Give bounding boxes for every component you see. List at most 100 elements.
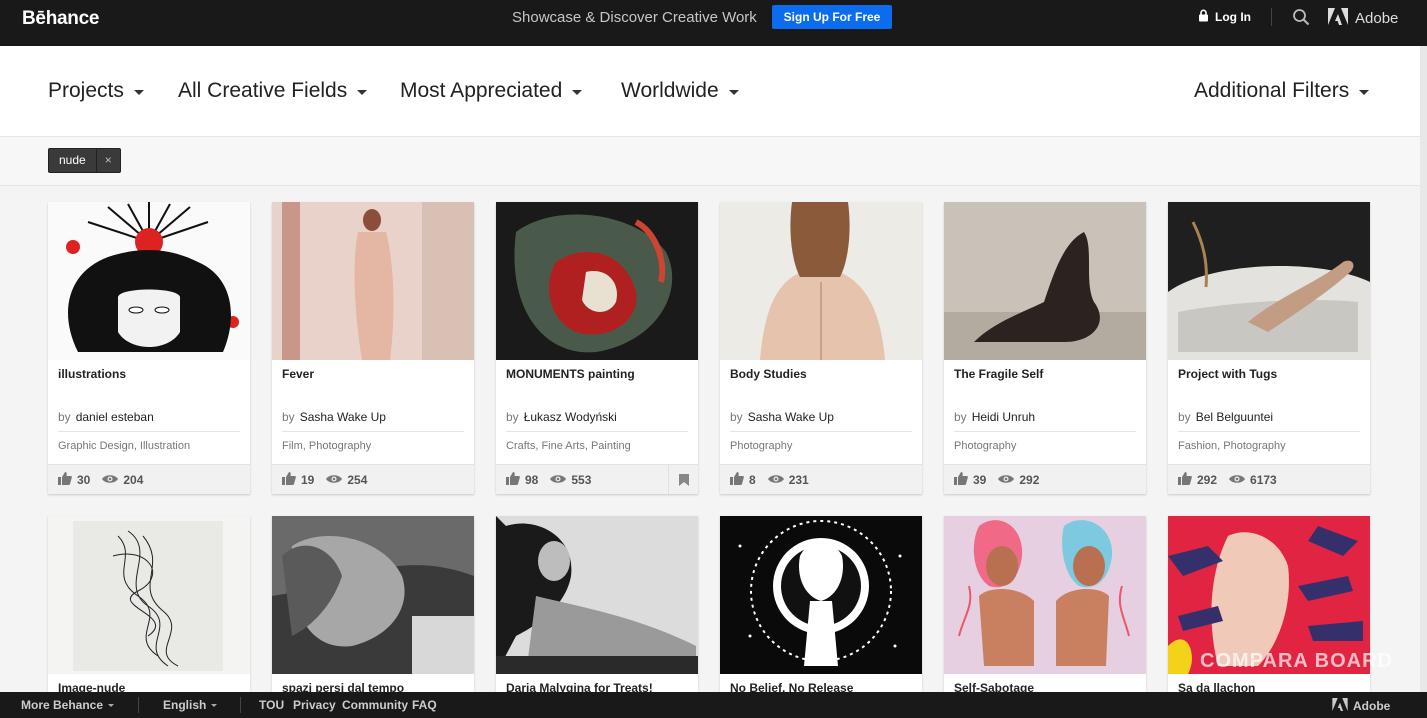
page-scrollbar[interactable] <box>1420 46 1427 692</box>
owner-name[interactable]: Sasha Wake Up <box>300 410 386 424</box>
project-fields[interactable]: Graphic Design, Illustration <box>58 440 190 452</box>
project-card[interactable]: Self-Sabotage <box>944 516 1146 696</box>
project-fields[interactable]: Crafts, Fine Arts, Painting <box>506 440 631 452</box>
watermark-text: COMPARA BOARD <box>1200 650 1393 672</box>
project-card[interactable]: spazi persi dal tempo <box>272 516 474 696</box>
owner-name[interactable]: daniel esteban <box>76 410 154 424</box>
project-card[interactable]: illustrations by daniel esteban Graphic D… <box>48 202 250 494</box>
project-thumbnail[interactable] <box>1168 202 1370 360</box>
project-thumbnail[interactable] <box>272 202 474 360</box>
project-owner: by Łukasz Wodyński <box>506 410 617 424</box>
project-thumbnail[interactable] <box>496 516 698 674</box>
privacy-link[interactable]: Privacy <box>293 698 336 712</box>
views-count: 231 <box>788 472 809 487</box>
tag-label: nude <box>59 153 86 167</box>
language-label: English <box>163 698 207 712</box>
project-fields[interactable]: Fashion, Photography <box>1178 440 1286 452</box>
project-thumbnail[interactable] <box>496 202 698 360</box>
owner-name[interactable]: Sasha Wake Up <box>748 410 834 424</box>
search-icon[interactable] <box>1292 8 1310 31</box>
views-stat: 231 <box>767 472 809 487</box>
project-card[interactable]: Fever by Sasha Wake Up Film, Photography … <box>272 202 474 494</box>
by-label: by <box>730 410 743 424</box>
active-tag-chip: nude × <box>48 148 121 173</box>
project-thumbnail[interactable] <box>48 202 250 360</box>
adobe-link[interactable]: Adobe <box>1328 8 1398 29</box>
project-card[interactable]: Image-nude <box>48 516 250 696</box>
card-divider <box>1178 431 1360 432</box>
project-owner: by daniel esteban <box>58 410 154 424</box>
thumbs-up-icon <box>954 471 968 488</box>
creative-fields-dropdown[interactable]: All Creative Fields <box>178 79 368 103</box>
active-tags-bar: nude × <box>0 137 1420 186</box>
bookmark-icon[interactable] <box>668 465 698 494</box>
by-label: by <box>954 410 967 424</box>
header-divider <box>1271 8 1272 26</box>
eye-icon <box>102 473 119 487</box>
appreciations-count: 292 <box>1197 472 1218 487</box>
appreciations-stat: 292 <box>1178 471 1218 488</box>
project-title[interactable]: Body Studies <box>730 367 807 381</box>
card-divider <box>730 431 912 432</box>
project-title[interactable]: Project with Tugs <box>1178 367 1277 381</box>
footer-divider <box>240 697 241 713</box>
appreciations-stat: 8 <box>730 471 756 488</box>
additional-filters-dropdown[interactable]: Additional Filters <box>1194 79 1370 103</box>
more-behance-menu[interactable]: More Behance <box>21 698 115 712</box>
views-stat: 254 <box>326 473 367 487</box>
project-thumbnail[interactable] <box>48 516 250 674</box>
owner-name[interactable]: Łukasz Wodyński <box>524 410 617 424</box>
remove-tag-icon[interactable]: × <box>95 149 120 172</box>
project-card[interactable]: No Belief, No Release <box>720 516 922 696</box>
project-fields[interactable]: Photography <box>954 440 1016 452</box>
views-count: 292 <box>1019 472 1040 487</box>
project-title[interactable]: illustrations <box>58 367 126 381</box>
project-stats: 19 254 <box>272 464 474 494</box>
behance-logo[interactable]: Bēhance <box>22 8 99 30</box>
community-link[interactable]: Community <box>342 698 408 712</box>
tagline: Showcase & Discover Creative Work <box>512 9 757 26</box>
location-dropdown[interactable]: Worldwide <box>621 79 739 103</box>
appreciations-count: 19 <box>301 472 315 487</box>
owner-name[interactable]: Heidi Unruh <box>972 410 1035 424</box>
project-thumbnail[interactable] <box>720 516 922 674</box>
project-card[interactable]: Body Studies by Sasha Wake Up Photography… <box>720 202 922 494</box>
project-stats: 39 292 <box>944 464 1146 494</box>
thumbs-up-icon <box>282 471 296 488</box>
owner-name[interactable]: Bel Belguuntei <box>1196 410 1273 424</box>
tou-link[interactable]: TOU <box>259 698 284 712</box>
project-card[interactable]: MONUMENTS painting by Łukasz Wodyński Cra… <box>496 202 698 494</box>
by-label: by <box>58 410 71 424</box>
views-stat: 6173 <box>1229 473 1277 487</box>
project-fields[interactable]: Film, Photography <box>282 440 371 452</box>
project-card[interactable]: The Fragile Self by Heidi Unruh Photograp… <box>944 202 1146 494</box>
views-stat: 204 <box>102 473 143 487</box>
footer-adobe-link[interactable]: Adobe <box>1332 698 1390 714</box>
location-dropdown-label: Worldwide <box>621 79 719 102</box>
project-title[interactable]: The Fragile Self <box>954 367 1043 381</box>
project-thumbnail[interactable] <box>944 516 1146 674</box>
appreciations-count: 30 <box>77 472 91 487</box>
login-link[interactable]: Log In <box>1198 9 1251 25</box>
caret-down-icon <box>133 90 144 95</box>
project-title[interactable]: MONUMENTS painting <box>506 367 635 381</box>
filter-bar: Projects All Creative Fields Most Apprec… <box>0 46 1420 137</box>
project-card[interactable]: Project with Tugs by Bel Belguuntei Fashi… <box>1168 202 1370 494</box>
sign-up-button[interactable]: Sign Up For Free <box>772 5 892 29</box>
project-card[interactable]: Daria Malygina for Treats! <box>496 516 698 696</box>
faq-link[interactable]: FAQ <box>412 698 437 712</box>
eye-icon <box>326 473 343 487</box>
project-fields[interactable]: Photography <box>730 440 792 452</box>
project-thumbnail[interactable] <box>944 202 1146 360</box>
eye-icon <box>550 473 567 487</box>
card-divider <box>282 431 464 432</box>
project-thumbnail[interactable] <box>720 202 922 360</box>
project-title[interactable]: Fever <box>282 367 314 381</box>
sort-dropdown[interactable]: Most Appreciated <box>400 79 583 103</box>
appreciations-stat: 30 <box>58 471 91 488</box>
project-thumbnail[interactable] <box>272 516 474 674</box>
appreciations-count: 98 <box>525 472 539 487</box>
projects-dropdown[interactable]: Projects <box>48 79 144 103</box>
language-menu[interactable]: English <box>163 698 218 712</box>
thumbs-up-icon <box>730 471 744 488</box>
